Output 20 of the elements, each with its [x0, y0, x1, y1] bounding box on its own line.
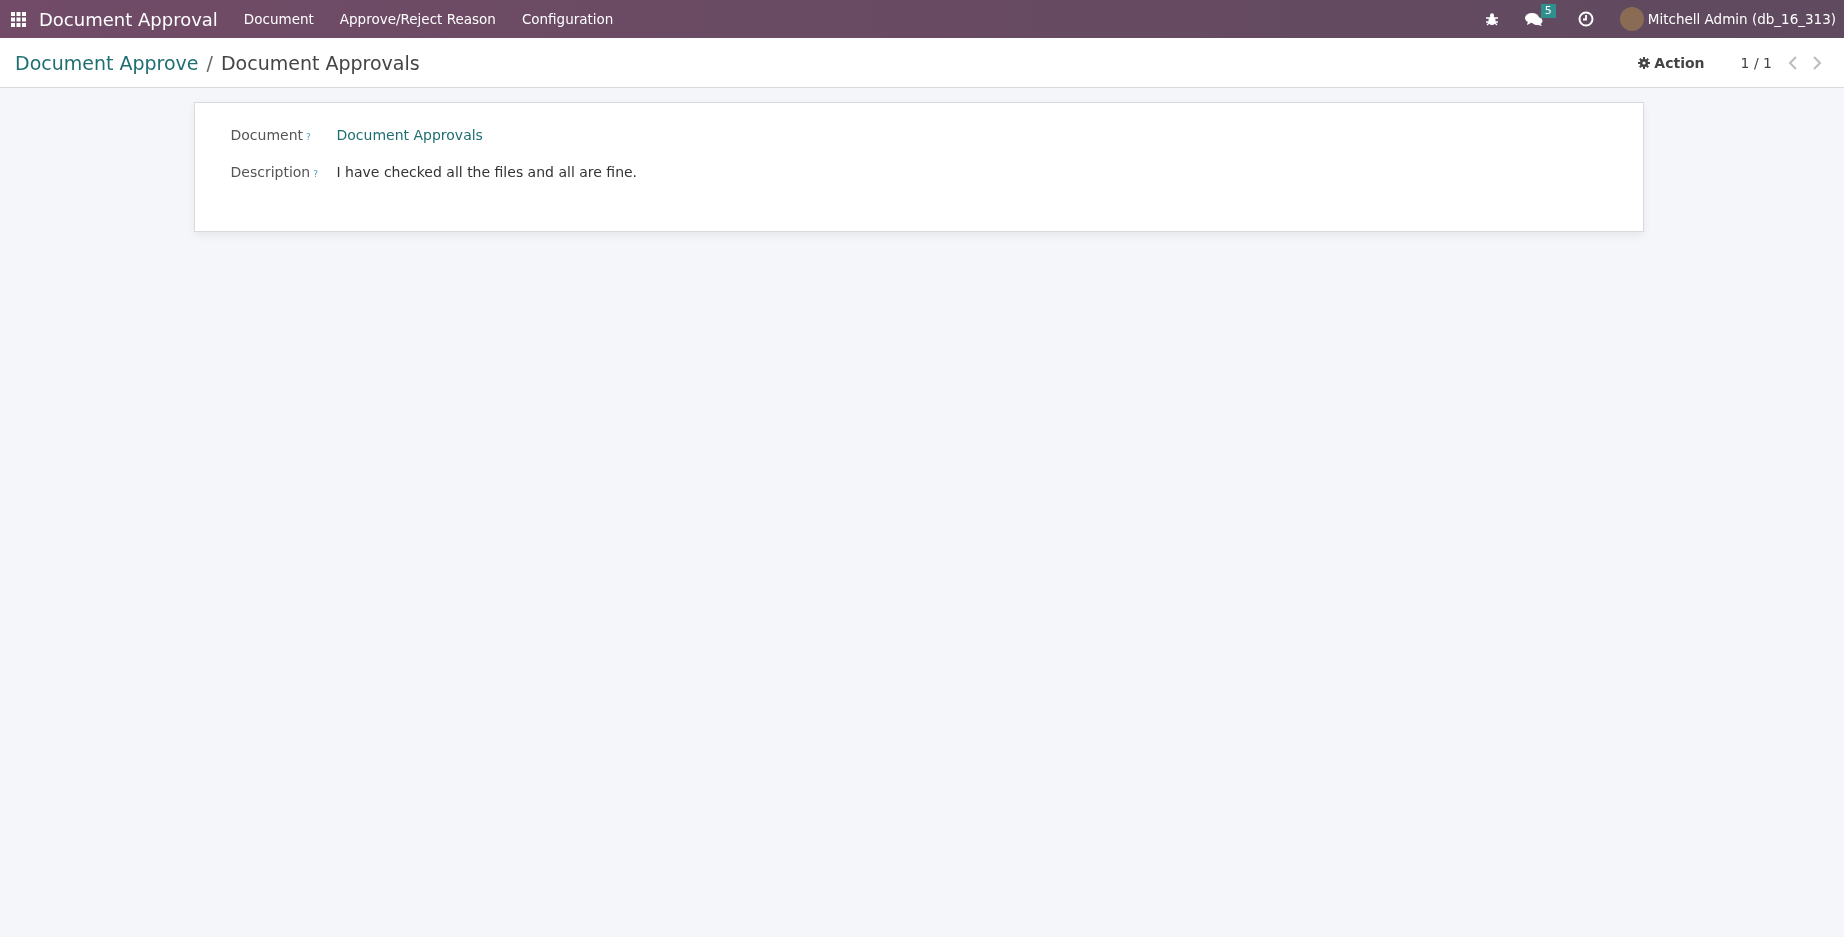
message-count-badge: 5 [1540, 3, 1556, 18]
app-grid-icon[interactable] [11, 11, 26, 27]
action-button[interactable]: Action [1634, 50, 1709, 75]
field-link[interactable]: Document Approvals [336, 127, 483, 143]
chat-icon[interactable] [1524, 11, 1543, 27]
app-name[interactable]: Document Approval [39, 8, 218, 30]
gear-icon [1638, 56, 1651, 69]
field-label: Description [230, 164, 311, 180]
menu-item[interactable]: Configuration [521, 11, 614, 27]
menu-item[interactable]: Approve/Reject Reason [339, 11, 496, 27]
breadcrumb-separator: / [206, 51, 213, 74]
field-label: Document [230, 127, 304, 143]
breadcrumb-link[interactable]: Document Approve [15, 51, 199, 74]
pager-value: 1 / 1 [1740, 54, 1772, 71]
field-value: I have checked all the files and all are fine. [336, 164, 638, 180]
breadcrumb-current: Document Approvals [220, 51, 420, 74]
clock-icon[interactable] [1577, 11, 1594, 27]
menu-item[interactable]: Document [243, 11, 314, 27]
bug-icon[interactable] [1484, 12, 1499, 26]
user-name[interactable]: Mitchell Admin (db_16_313) [1647, 11, 1836, 27]
